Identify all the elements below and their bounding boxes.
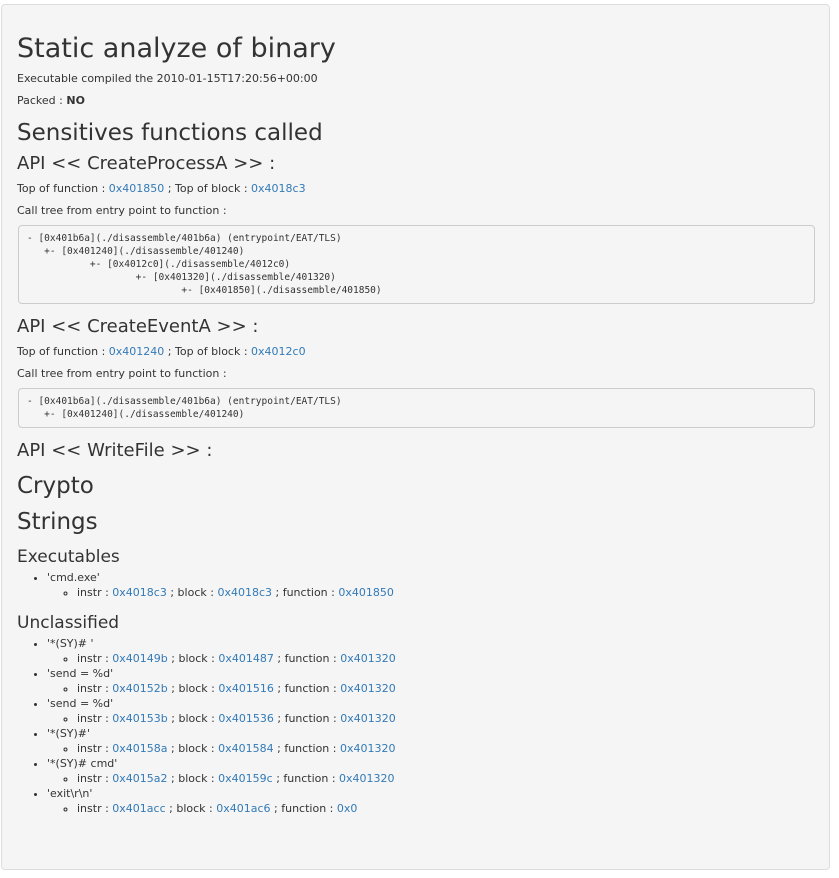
string-ref: instr : 0x4015a2 ; block : 0x40159c ; fu… [77,771,815,786]
block-label: ; block : [167,652,219,665]
api-top-info: Top of function : 0x401850 ; Top of bloc… [17,181,815,197]
instr-label: instr : [77,682,113,695]
instr-link[interactable]: 0x4015a2 [112,772,167,785]
calltree-label: Call tree from entry point to function : [17,367,227,380]
function-link[interactable]: 0x401320 [340,742,396,755]
top-block-link[interactable]: 0x4012c0 [251,345,306,358]
block-link[interactable]: 0x40159c [218,772,273,785]
block-label: ; block : [165,802,217,815]
compiled-date: Executable compiled the 2010-01-15T17:20… [17,72,318,85]
string-value: 'send = %d' [47,697,114,710]
function-label: ; function : [270,802,337,815]
top-block-link[interactable]: 0x4018c3 [251,182,306,195]
list-item: 'exit\r\n' instr : 0x401acc ; block : 0x… [47,786,815,816]
list-item: 'cmd.exe' instr : 0x4018c3 ; block : 0x4… [47,570,815,600]
string-ref: instr : 0x40153b ; block : 0x401536 ; fu… [77,711,815,726]
function-link[interactable]: 0x401320 [340,682,396,695]
unclassified-list: '*(SY)# ' instr : 0x40149b ; block : 0x4… [17,636,815,816]
block-link[interactable]: 0x401487 [218,652,274,665]
block-label: ; block : [167,682,219,695]
instr-link[interactable]: 0x4018c3 [112,586,167,599]
string-ref: instr : 0x40158a ; block : 0x401584 ; fu… [77,741,815,756]
instr-link[interactable]: 0x401acc [112,802,165,815]
block-link[interactable]: 0x401516 [218,682,274,695]
string-ref: instr : 0x40152b ; block : 0x401516 ; fu… [77,681,815,696]
instr-label: instr : [77,742,113,755]
list-item: '*(SY)# ' instr : 0x40149b ; block : 0x4… [47,636,815,666]
top-function-label: Top of function : [17,345,109,358]
unclassified-heading: Unclassified [17,613,120,633]
strings-heading: Strings [17,509,98,535]
api-top-info: Top of function : 0x401240 ; Top of bloc… [17,344,815,360]
instr-link[interactable]: 0x40153b [112,712,167,725]
top-block-label: ; Top of block : [164,345,252,358]
top-block-label: ; Top of block : [164,182,252,195]
block-link[interactable]: 0x401584 [218,742,274,755]
instr-label: instr : [77,586,113,599]
string-ref: instr : 0x40149b ; block : 0x401487 ; fu… [77,651,815,666]
calltree-code: - [0x401b6a](./disassemble/401b6a) (entr… [18,388,815,428]
report-panel: Static analyze of binary Executable comp… [1,4,830,870]
sensitive-functions-heading: Sensitives functions called [17,120,323,146]
function-link[interactable]: 0x401320 [339,772,395,785]
instr-label: instr : [77,802,113,815]
block-link[interactable]: 0x401536 [218,712,274,725]
block-label: ; block : [166,586,218,599]
string-ref: instr : 0x4018c3 ; block : 0x4018c3 ; fu… [77,585,815,600]
api-heading-createeventa: API << CreateEventA >> : [17,316,259,337]
block-link[interactable]: 0x4018c3 [217,586,272,599]
page-title: Static analyze of binary [17,33,336,64]
string-value: 'exit\r\n' [47,787,93,800]
api-heading-createprocessa: API << CreateProcessA >> : [17,153,276,174]
packed-status: Packed : NO [17,93,815,109]
top-function-link[interactable]: 0x401850 [109,182,165,195]
executables-list: 'cmd.exe' instr : 0x4018c3 ; block : 0x4… [17,570,815,600]
string-ref: instr : 0x401acc ; block : 0x401ac6 ; fu… [77,801,815,816]
function-label: ; function : [273,682,341,695]
block-label: ; block : [167,742,219,755]
list-item: '*(SY)# cmd' instr : 0x4015a2 ; block : … [47,756,815,786]
function-link[interactable]: 0x401320 [340,652,396,665]
packed-label: Packed : [17,94,67,107]
string-value: 'cmd.exe' [47,571,100,584]
list-item: 'send = %d' instr : 0x40153b ; block : 0… [47,696,815,726]
function-label: ; function : [273,712,341,725]
function-label: ; function : [273,652,341,665]
calltree-label: Call tree from entry point to function : [17,204,227,217]
function-label: ; function : [273,742,340,755]
top-function-label: Top of function : [17,182,109,195]
instr-link[interactable]: 0x40149b [112,652,167,665]
instr-link[interactable]: 0x40152b [112,682,167,695]
instr-label: instr : [77,712,113,725]
function-label: ; function : [272,772,340,785]
crypto-heading: Crypto [17,473,94,499]
instr-label: instr : [77,772,113,785]
block-label: ; block : [167,772,219,785]
list-item: '*(SY)#' instr : 0x40158a ; block : 0x40… [47,726,815,756]
list-item: 'send = %d' instr : 0x40152b ; block : 0… [47,666,815,696]
api-heading-writefile: API << WriteFile >> : [17,440,213,461]
string-value: '*(SY)# cmd' [47,757,118,770]
executables-heading: Executables [17,547,120,567]
function-label: ; function : [272,586,339,599]
top-function-link[interactable]: 0x401240 [109,345,165,358]
packed-value: NO [66,94,85,107]
instr-link[interactable]: 0x40158a [112,742,167,755]
function-link[interactable]: 0x401850 [338,586,394,599]
function-link[interactable]: 0x0 [337,802,358,815]
block-label: ; block : [167,712,219,725]
block-link[interactable]: 0x401ac6 [216,802,270,815]
function-link[interactable]: 0x401320 [340,712,396,725]
string-value: '*(SY)#' [47,727,91,740]
calltree-code: - [0x401b6a](./disassemble/401b6a) (entr… [18,225,815,304]
string-value: '*(SY)# ' [47,637,94,650]
instr-label: instr : [77,652,113,665]
string-value: 'send = %d' [47,667,114,680]
